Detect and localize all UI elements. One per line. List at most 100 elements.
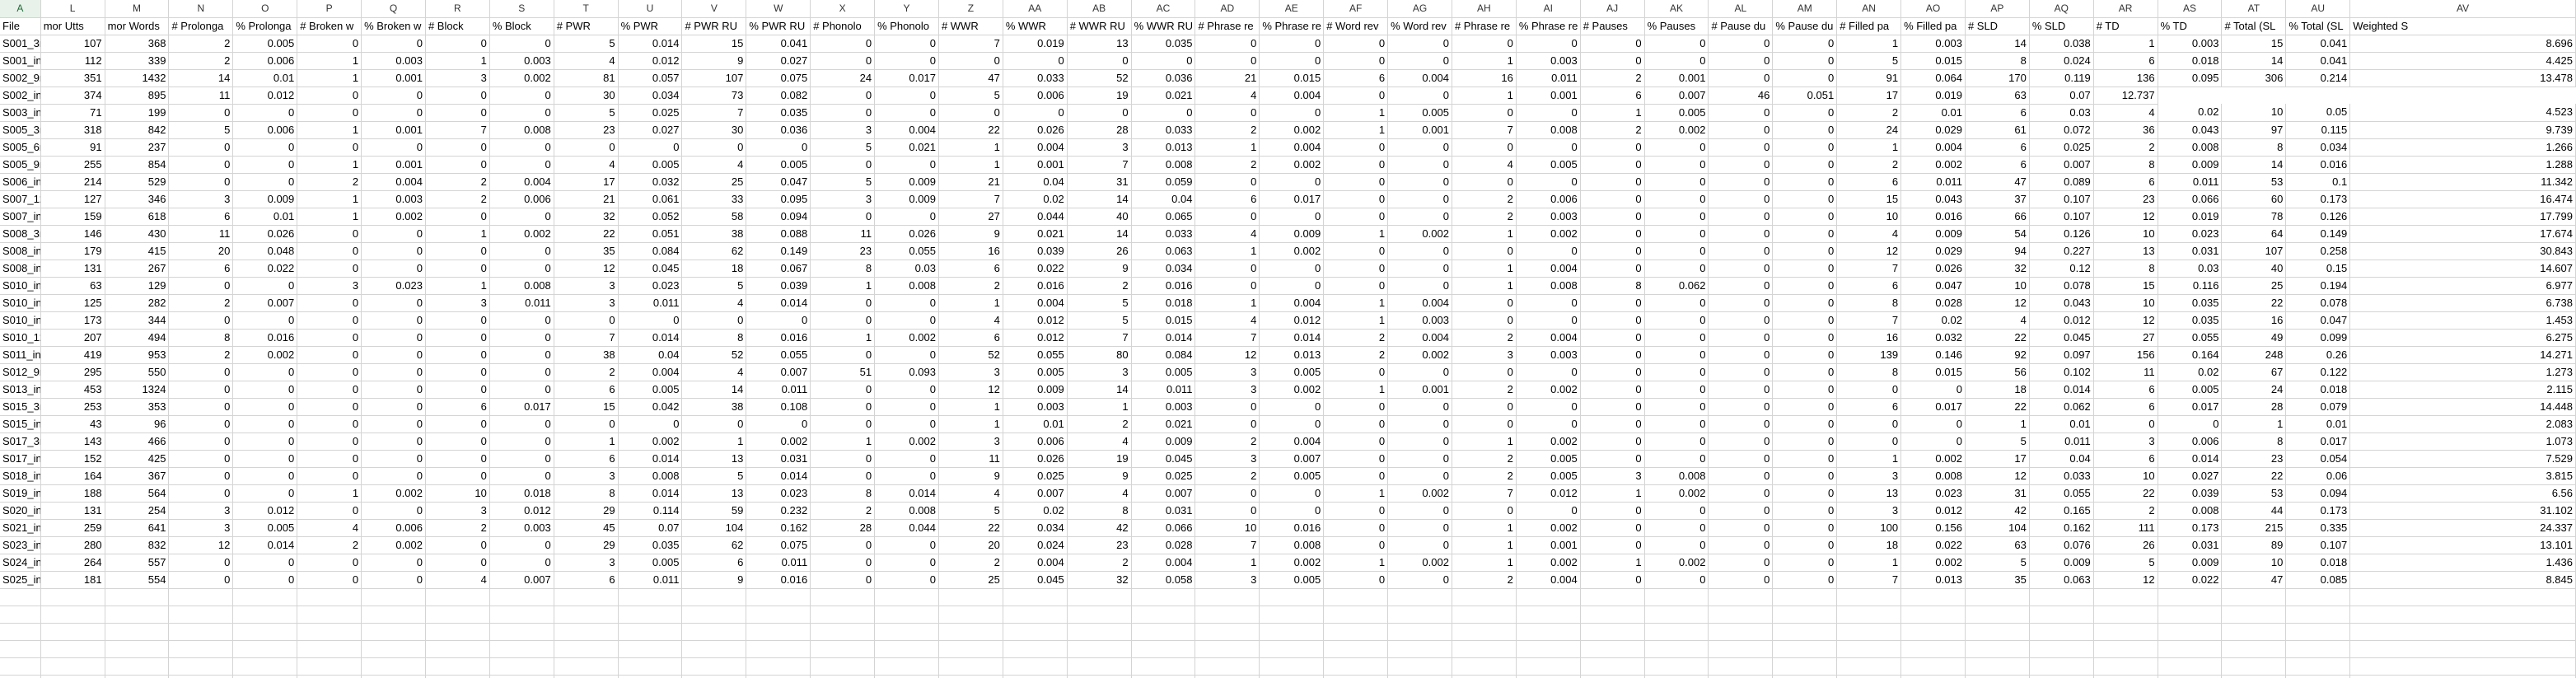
data-cell[interactable]: 23	[2093, 190, 2158, 208]
data-cell[interactable]: 0	[297, 35, 362, 53]
data-cell[interactable]: 0.014	[618, 329, 683, 347]
empty-cell[interactable]	[0, 657, 41, 676]
data-cell[interactable]: 0	[232, 433, 298, 451]
data-cell[interactable]: 0.002	[618, 433, 683, 451]
data-cell[interactable]: 0	[361, 467, 426, 485]
data-cell[interactable]: 0	[1516, 35, 1581, 53]
file-name-cell[interactable]: S017_3mo	[0, 433, 41, 451]
data-cell[interactable]: 466	[105, 433, 170, 451]
data-cell[interactable]: 0	[297, 415, 362, 433]
column-header-aj[interactable]: AJ	[1580, 0, 1645, 18]
data-cell[interactable]: 0.075	[746, 536, 811, 554]
data-cell[interactable]: 0	[489, 381, 554, 399]
empty-cell[interactable]	[681, 675, 747, 678]
data-cell[interactable]: 0.044	[1003, 208, 1068, 226]
data-cell[interactable]: 0.001	[1516, 536, 1581, 554]
empty-cell[interactable]	[1708, 675, 1774, 678]
data-cell[interactable]: 43	[40, 415, 105, 433]
data-cell[interactable]: 164	[40, 467, 105, 485]
data-cell[interactable]: 0	[1194, 502, 1260, 520]
data-cell[interactable]: 0.097	[2029, 346, 2094, 364]
data-cell[interactable]: 0.004	[1387, 294, 1452, 312]
data-cell[interactable]: 0.017	[2285, 433, 2351, 451]
data-cell[interactable]: 953	[105, 346, 170, 364]
empty-cell[interactable]	[0, 640, 41, 658]
data-cell[interactable]: 1	[1452, 52, 1517, 70]
data-cell[interactable]: 3	[1194, 381, 1260, 399]
data-cell[interactable]: 0.173	[2158, 519, 2223, 537]
empty-cell[interactable]	[0, 606, 41, 624]
data-cell[interactable]: 12	[2093, 311, 2158, 330]
empty-cell[interactable]	[1452, 606, 1517, 624]
data-cell[interactable]: 0.002	[1516, 554, 1581, 572]
column-header-at[interactable]: AT	[2221, 0, 2287, 18]
empty-cell[interactable]	[1067, 640, 1132, 658]
data-cell[interactable]: 0.024	[2029, 52, 2094, 70]
empty-cell[interactable]	[2029, 675, 2094, 678]
file-name-cell[interactable]: S001_3mo	[0, 35, 41, 53]
header-cell[interactable]: % Word rev	[1387, 17, 1452, 35]
data-cell[interactable]: 0.119	[2029, 69, 2094, 87]
empty-cell[interactable]	[105, 675, 170, 678]
data-cell[interactable]: 5	[681, 277, 747, 295]
empty-cell[interactable]	[232, 623, 298, 641]
header-cell[interactable]: % TD	[2158, 17, 2223, 35]
empty-cell[interactable]	[746, 588, 811, 606]
data-cell[interactable]: 0.009	[874, 190, 939, 208]
data-cell[interactable]: 3	[1580, 467, 1645, 485]
data-cell[interactable]: 0	[425, 554, 490, 572]
data-cell[interactable]: 2	[1194, 156, 1260, 174]
data-cell[interactable]: 0	[1387, 467, 1452, 485]
empty-cell[interactable]	[2093, 657, 2158, 676]
data-cell[interactable]: 0	[361, 138, 426, 157]
data-cell[interactable]: 2	[168, 35, 234, 53]
data-cell[interactable]: 0	[1580, 52, 1645, 70]
data-cell[interactable]: 2	[1836, 104, 1902, 122]
file-name-cell[interactable]: S015_intal	[0, 415, 41, 433]
data-cell[interactable]: 0	[425, 87, 490, 105]
empty-cell[interactable]	[1067, 657, 1132, 676]
data-cell[interactable]: 47	[1965, 173, 2030, 191]
data-cell[interactable]: 0	[1516, 363, 1581, 381]
data-cell[interactable]: 0.014	[1131, 329, 1196, 347]
file-name-cell[interactable]: S020_intal	[0, 502, 41, 520]
data-cell[interactable]: 0	[361, 381, 426, 399]
data-cell[interactable]: 0	[1194, 260, 1260, 278]
empty-cell[interactable]	[2285, 606, 2351, 624]
data-cell[interactable]: 4	[1194, 311, 1260, 330]
data-cell[interactable]: 11	[810, 225, 876, 243]
data-cell[interactable]: 0	[1644, 363, 1709, 381]
data-cell[interactable]: 4	[1452, 156, 1517, 174]
data-cell[interactable]: 0	[425, 450, 490, 468]
data-cell[interactable]: 0	[1452, 415, 1517, 433]
data-cell[interactable]: 0	[810, 450, 876, 468]
data-cell[interactable]: 0	[1323, 156, 1389, 174]
data-cell[interactable]: 14.448	[2349, 398, 2576, 416]
data-cell[interactable]: 0.084	[1131, 346, 1196, 364]
empty-cell[interactable]	[554, 606, 619, 624]
data-cell[interactable]: 0.019	[1900, 87, 1966, 105]
data-cell[interactable]: 3	[554, 294, 619, 312]
data-cell[interactable]: 15	[681, 35, 747, 53]
data-cell[interactable]: 0	[297, 450, 362, 468]
empty-cell[interactable]	[1772, 675, 1838, 678]
data-cell[interactable]: 0	[425, 329, 490, 347]
data-cell[interactable]: 0.008	[618, 467, 683, 485]
data-cell[interactable]: 0.066	[2158, 190, 2223, 208]
data-cell[interactable]: 0	[1194, 52, 1260, 70]
header-cell[interactable]: % Block	[489, 17, 554, 35]
data-cell[interactable]: 11	[938, 450, 1003, 468]
data-cell[interactable]: 0.009	[232, 190, 298, 208]
data-cell[interactable]: 0	[1323, 52, 1389, 70]
empty-cell[interactable]	[2029, 606, 2094, 624]
data-cell[interactable]: 0.019	[1003, 35, 1068, 53]
data-cell[interactable]: 0	[361, 554, 426, 572]
header-cell[interactable]: % PWR RU	[746, 17, 811, 35]
data-cell[interactable]: 0	[1580, 242, 1645, 260]
data-cell[interactable]: 0	[1772, 52, 1838, 70]
empty-cell[interactable]	[1003, 623, 1068, 641]
data-cell[interactable]: 0	[1836, 381, 1902, 399]
empty-cell[interactable]	[1644, 657, 1709, 676]
data-cell[interactable]: 2	[1836, 156, 1902, 174]
file-name-cell[interactable]: S010_intal	[0, 294, 41, 312]
